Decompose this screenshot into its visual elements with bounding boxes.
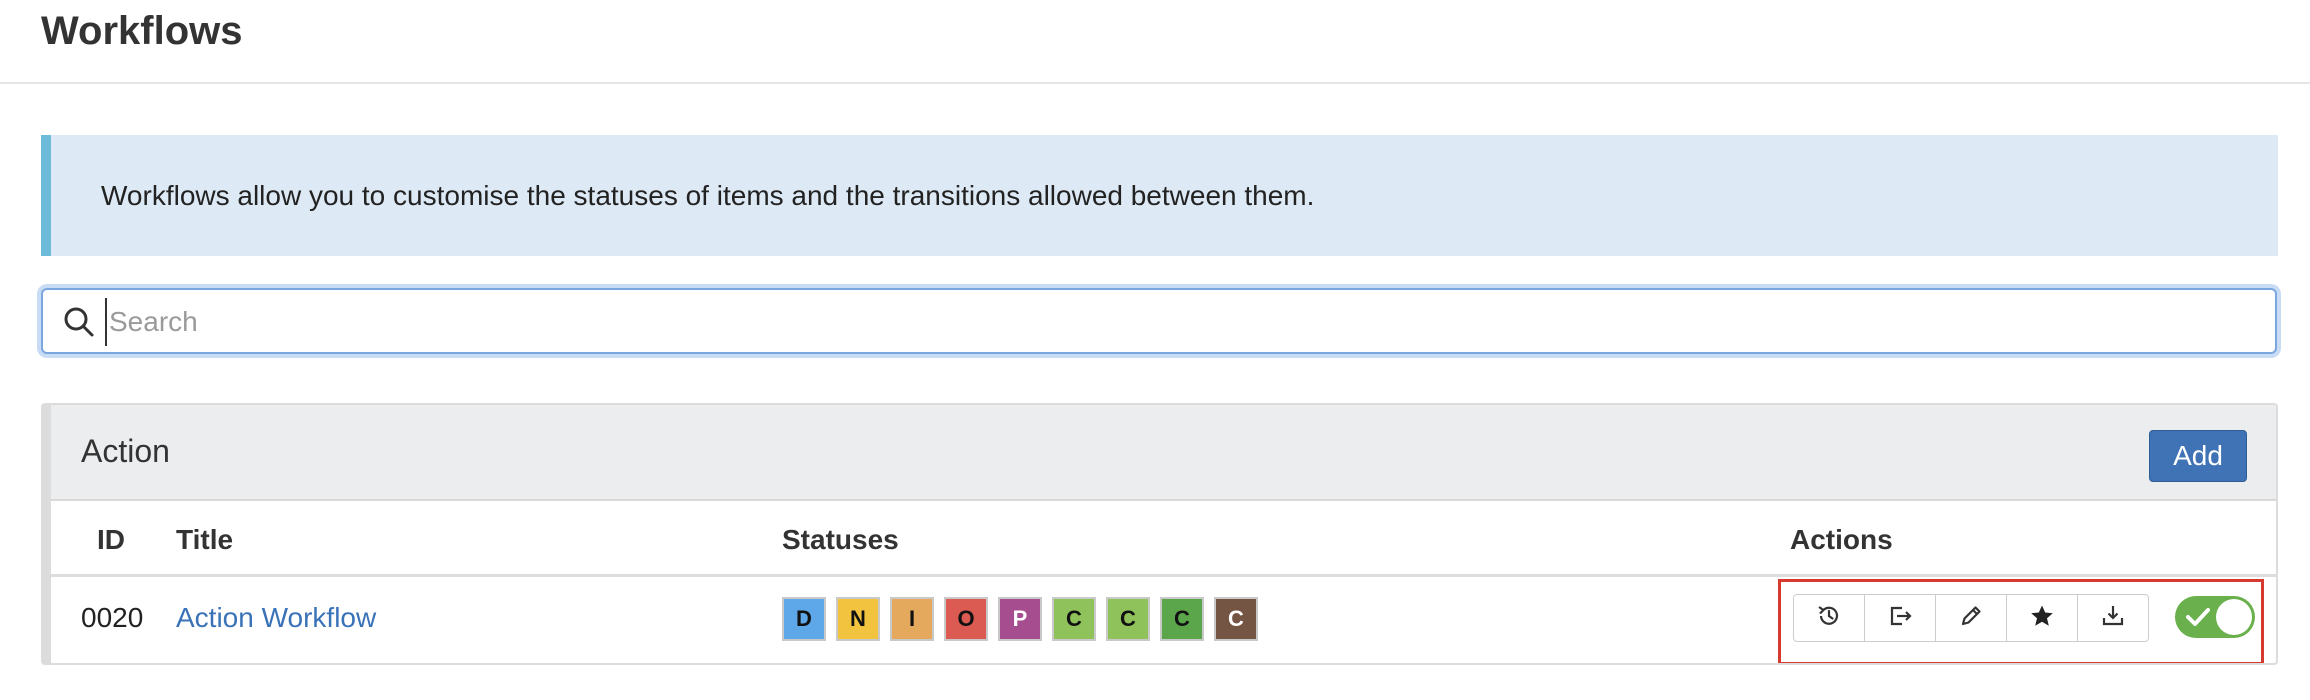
download-icon xyxy=(2100,603,2126,634)
history-icon xyxy=(1816,603,1842,634)
export-button[interactable] xyxy=(1864,594,1936,642)
status-badge: C xyxy=(1160,597,1204,641)
page-header: Workflows xyxy=(0,0,2310,84)
status-badge: N xyxy=(836,597,880,641)
page-title: Workflows xyxy=(41,9,243,53)
check-icon xyxy=(2185,604,2211,630)
status-badge: C xyxy=(1106,597,1150,641)
action-button-group xyxy=(1793,594,2149,642)
edit-button[interactable] xyxy=(1935,594,2007,642)
info-alert-text: Workflows allow you to customise the sta… xyxy=(101,180,1315,211)
search-box xyxy=(41,288,2277,354)
export-icon xyxy=(1887,603,1913,634)
workflow-panel: Action Add ID Title Statuses Actions 002… xyxy=(41,403,2278,665)
search-input[interactable] xyxy=(105,298,2251,346)
add-button[interactable]: Add xyxy=(2149,430,2247,482)
status-badge: O xyxy=(944,597,988,641)
table-row: 0020 Action Workflow DNIOPCCCC xyxy=(51,577,2276,663)
status-badge: I xyxy=(890,597,934,641)
column-header-id: ID xyxy=(97,524,125,555)
panel-title: Action xyxy=(81,433,170,469)
search-icon xyxy=(63,306,95,338)
status-badge: P xyxy=(998,597,1042,641)
enabled-toggle[interactable] xyxy=(2175,596,2255,638)
pencil-icon xyxy=(1958,603,1984,634)
toggle-knob xyxy=(2216,599,2252,635)
status-list: DNIOPCCCC xyxy=(782,597,1258,641)
column-header-statuses: Statuses xyxy=(782,524,899,555)
panel-heading: Action Add xyxy=(51,405,2276,501)
workflow-title-link[interactable]: Action Workflow xyxy=(176,601,376,635)
status-badge: C xyxy=(1214,597,1258,641)
favorite-button[interactable] xyxy=(2006,594,2078,642)
table-header: ID Title Statuses Actions xyxy=(51,501,2276,577)
download-button[interactable] xyxy=(2077,594,2149,642)
info-alert: Workflows allow you to customise the sta… xyxy=(41,135,2278,256)
column-header-actions: Actions xyxy=(1790,524,1893,555)
status-badge: C xyxy=(1052,597,1096,641)
history-button[interactable] xyxy=(1793,594,1865,642)
status-badge: D xyxy=(782,597,826,641)
column-header-title: Title xyxy=(176,524,234,555)
actions-highlight xyxy=(1778,579,2264,663)
row-id: 0020 xyxy=(81,602,144,633)
star-icon xyxy=(2029,603,2055,634)
